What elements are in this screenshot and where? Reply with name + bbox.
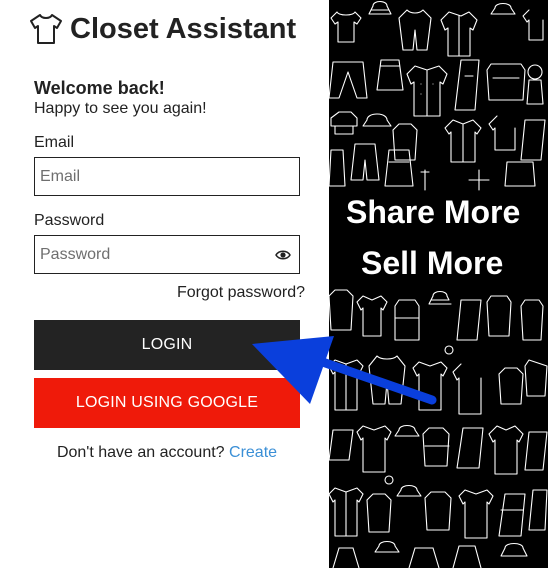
brand-header: Closet Assistant [28,12,296,46]
welcome-title: Welcome back! [34,78,165,98]
password-field-container [34,235,300,274]
login-button[interactable]: LOGIN [34,320,300,370]
google-login-button[interactable]: LOGIN USING GOOGLE [34,378,300,428]
password-input[interactable] [35,236,299,273]
promo-panel [329,0,548,568]
email-input[interactable] [35,158,299,195]
create-account-link[interactable]: Create [229,444,277,461]
password-label: Password [34,212,105,229]
signup-row: Don't have an account? Create [34,444,300,462]
app-title: Closet Assistant [70,12,297,45]
clothing-pattern [329,0,548,568]
signup-prompt: Don't have an account? [56,444,225,461]
welcome-subtitle: Happy to see you again! [34,100,207,117]
email-label: Email [34,134,75,151]
forgot-password-link[interactable]: Forgot password? [177,284,305,302]
eye-icon[interactable] [275,248,291,262]
shirt-icon [30,14,62,44]
promo-line-sell: Sell More [355,244,510,282]
email-field-container [34,157,300,196]
promo-line-share: Share More [340,193,527,231]
